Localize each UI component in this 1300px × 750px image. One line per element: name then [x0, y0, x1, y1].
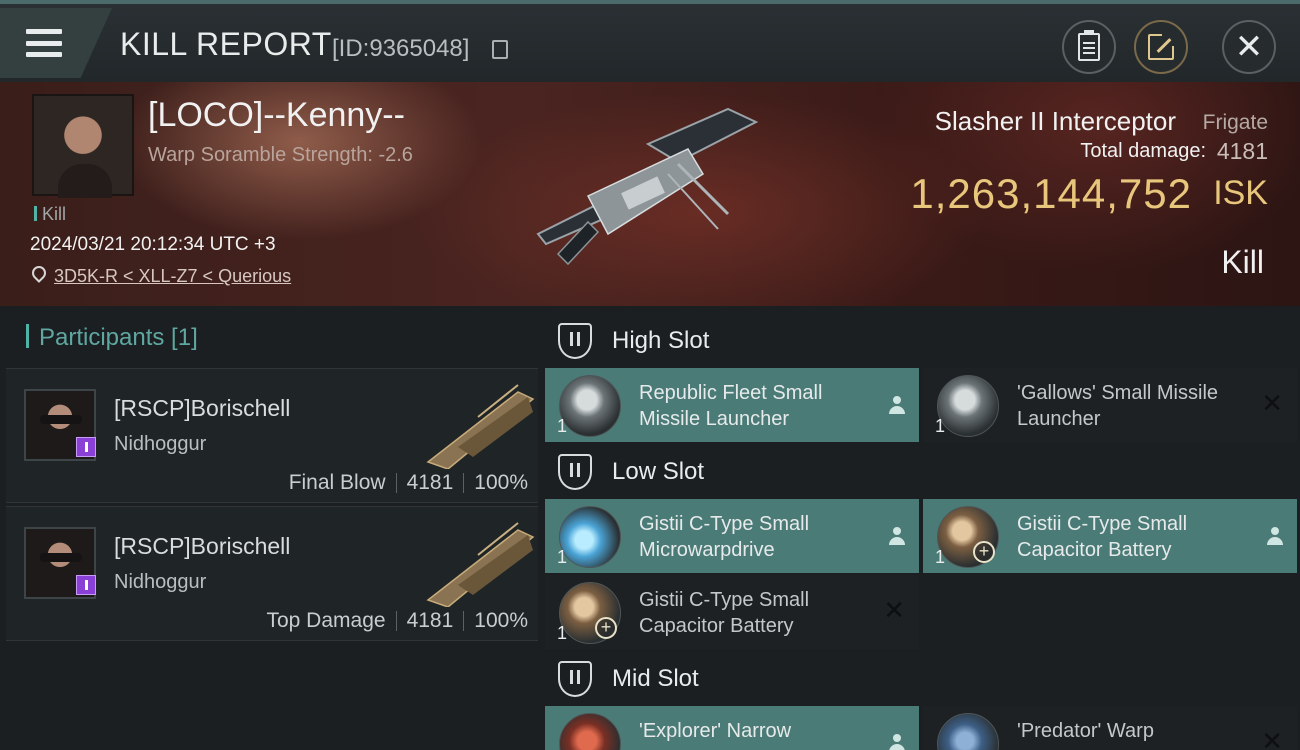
participant-stats: Final Blow 4181 100%: [289, 471, 528, 495]
destroyed-x-icon: ✕: [1261, 726, 1283, 750]
microwarpdrive-icon: [559, 506, 621, 568]
module-name: Gistii C-Type Small Capacitor Battery: [1017, 513, 1188, 561]
module-card[interactable]: + 1 Gistii C-Type Small Capacitor Batter…: [545, 575, 919, 649]
module-name: Republic Fleet Small Missile Launcher: [639, 382, 823, 430]
kill-result: Kill: [1221, 244, 1264, 280]
slot-title: High Slot: [612, 327, 710, 354]
pilot-icon: [889, 527, 905, 545]
isk-unit: ISK: [1213, 174, 1268, 212]
pilot-rank-badge-icon: [76, 575, 96, 595]
destroyed-x-icon: ✕: [883, 595, 905, 625]
participant-name: [RSCP]Borischell: [114, 533, 291, 559]
module-name: Gistii C-Type Small Microwarpdrive: [639, 513, 810, 561]
participant-role: Top Damage: [266, 609, 386, 632]
map-pin-icon: [29, 263, 49, 283]
slot-icon: [558, 454, 592, 490]
slot-icon: [558, 323, 592, 359]
kill-tag: Kill: [34, 204, 66, 225]
plus-icon: +: [595, 617, 617, 639]
total-damage-label: Total damage:: [1080, 140, 1206, 162]
participant-card[interactable]: [RSCP]Borischell Nidhoggur Top Damage 41…: [6, 506, 538, 641]
victim-name[interactable]: [LOCO]--Kenny--: [148, 96, 405, 135]
participant-ship-image: [426, 522, 535, 607]
participant-percent: 100%: [474, 471, 528, 494]
participant-ship-image: [426, 384, 535, 469]
warp-disruptor-icon: [937, 713, 999, 750]
participant-ship: Nidhoggur: [114, 433, 207, 455]
module-card[interactable]: 1 Gistii C-Type Small Microwarpdrive: [545, 499, 919, 573]
top-bar: KILL REPORT [ID:9365048] ✕: [0, 0, 1300, 82]
mid-slot-heading: Mid Slot: [558, 655, 699, 703]
slot-title: Low Slot: [612, 458, 705, 485]
module-name: Gistii C-Type Small Capacitor Battery: [639, 589, 810, 637]
warp-scramble-strength: Warp Soramble Strength: -2.6: [148, 144, 413, 166]
pilot-icon: [889, 734, 905, 750]
high-slot-heading: High Slot: [558, 317, 709, 365]
module-card[interactable]: 1 'Gallows' Small Missile Launcher ✕: [923, 368, 1297, 442]
kill-location-link[interactable]: 3D5K-R < XLL-Z7 < Querious: [54, 266, 291, 287]
slot-icon: [558, 661, 592, 697]
plus-icon: +: [973, 541, 995, 563]
missile-launcher-icon: [559, 375, 621, 437]
total-damage-value: 4181: [1216, 138, 1268, 164]
participant-card[interactable]: [RSCP]Borischell Nidhoggur Final Blow 41…: [6, 368, 538, 503]
divider: [463, 473, 465, 493]
report-id: [ID:9365048]: [332, 35, 470, 62]
victim-ship-class: Frigate: [1202, 111, 1268, 134]
close-button[interactable]: ✕: [1222, 20, 1276, 74]
module-quantity: 1: [557, 416, 568, 436]
module-quantity: 1: [935, 547, 946, 567]
participant-role: Final Blow: [288, 471, 386, 494]
victim-ship-image[interactable]: [528, 104, 768, 279]
participant-name: [RSCP]Borischell: [114, 395, 291, 421]
low-slot-heading: Low Slot: [558, 448, 704, 496]
participant-damage: 4181: [406, 609, 454, 632]
copy-icon[interactable]: [492, 40, 508, 59]
module-quantity: 1: [557, 623, 568, 643]
destroyed-x-icon: ✕: [1261, 388, 1283, 418]
hamburger-icon: [26, 29, 62, 57]
slot-title: Mid Slot: [612, 665, 699, 692]
module-card[interactable]: + 1 Gistii C-Type Small Capacitor Batter…: [923, 499, 1297, 573]
module-card[interactable]: 'Predator' Warp ✕: [923, 706, 1297, 750]
participant-damage: 4181: [406, 471, 454, 494]
pilot-icon: [889, 396, 905, 414]
module-card[interactable]: 1 Republic Fleet Small Missile Launcher: [545, 368, 919, 442]
probe-launcher-icon: [559, 713, 621, 750]
module-name: 'Explorer' Narrow: [639, 720, 792, 742]
module-name: 'Predator' Warp: [1017, 720, 1154, 742]
module-card[interactable]: 'Explorer' Narrow: [545, 706, 919, 750]
participants-heading: Participants [1]: [26, 324, 198, 352]
victim-ship-name: Slasher II Interceptor: [934, 106, 1176, 136]
missile-launcher-icon: [937, 375, 999, 437]
divider: [395, 611, 397, 631]
divider: [463, 611, 465, 631]
module-quantity: 1: [935, 416, 946, 436]
close-icon: ✕: [1234, 28, 1264, 66]
participant-stats: Top Damage 4181 100%: [266, 609, 528, 633]
pilot-icon: [1267, 527, 1283, 545]
clipboard-icon: [1078, 30, 1100, 61]
clipboard-button[interactable]: [1062, 20, 1116, 74]
kill-datetime: 2024/03/21 20:12:34 UTC +3: [30, 234, 276, 255]
menu-button[interactable]: [0, 8, 112, 78]
page-title: KILL REPORT: [120, 26, 332, 62]
participant-ship: Nidhoggur: [114, 571, 207, 593]
module-quantity: 1: [557, 547, 568, 567]
victim-banner: [LOCO]--Kenny-- Warp Soramble Strength: …: [0, 82, 1300, 306]
isk-value: 1,263,144,752: [910, 170, 1192, 217]
participant-percent: 100%: [474, 609, 528, 632]
divider: [395, 473, 397, 493]
pilot-rank-badge-icon: [76, 437, 96, 457]
victim-avatar[interactable]: [32, 94, 134, 198]
module-name: 'Gallows' Small Missile Launcher: [1017, 382, 1219, 430]
